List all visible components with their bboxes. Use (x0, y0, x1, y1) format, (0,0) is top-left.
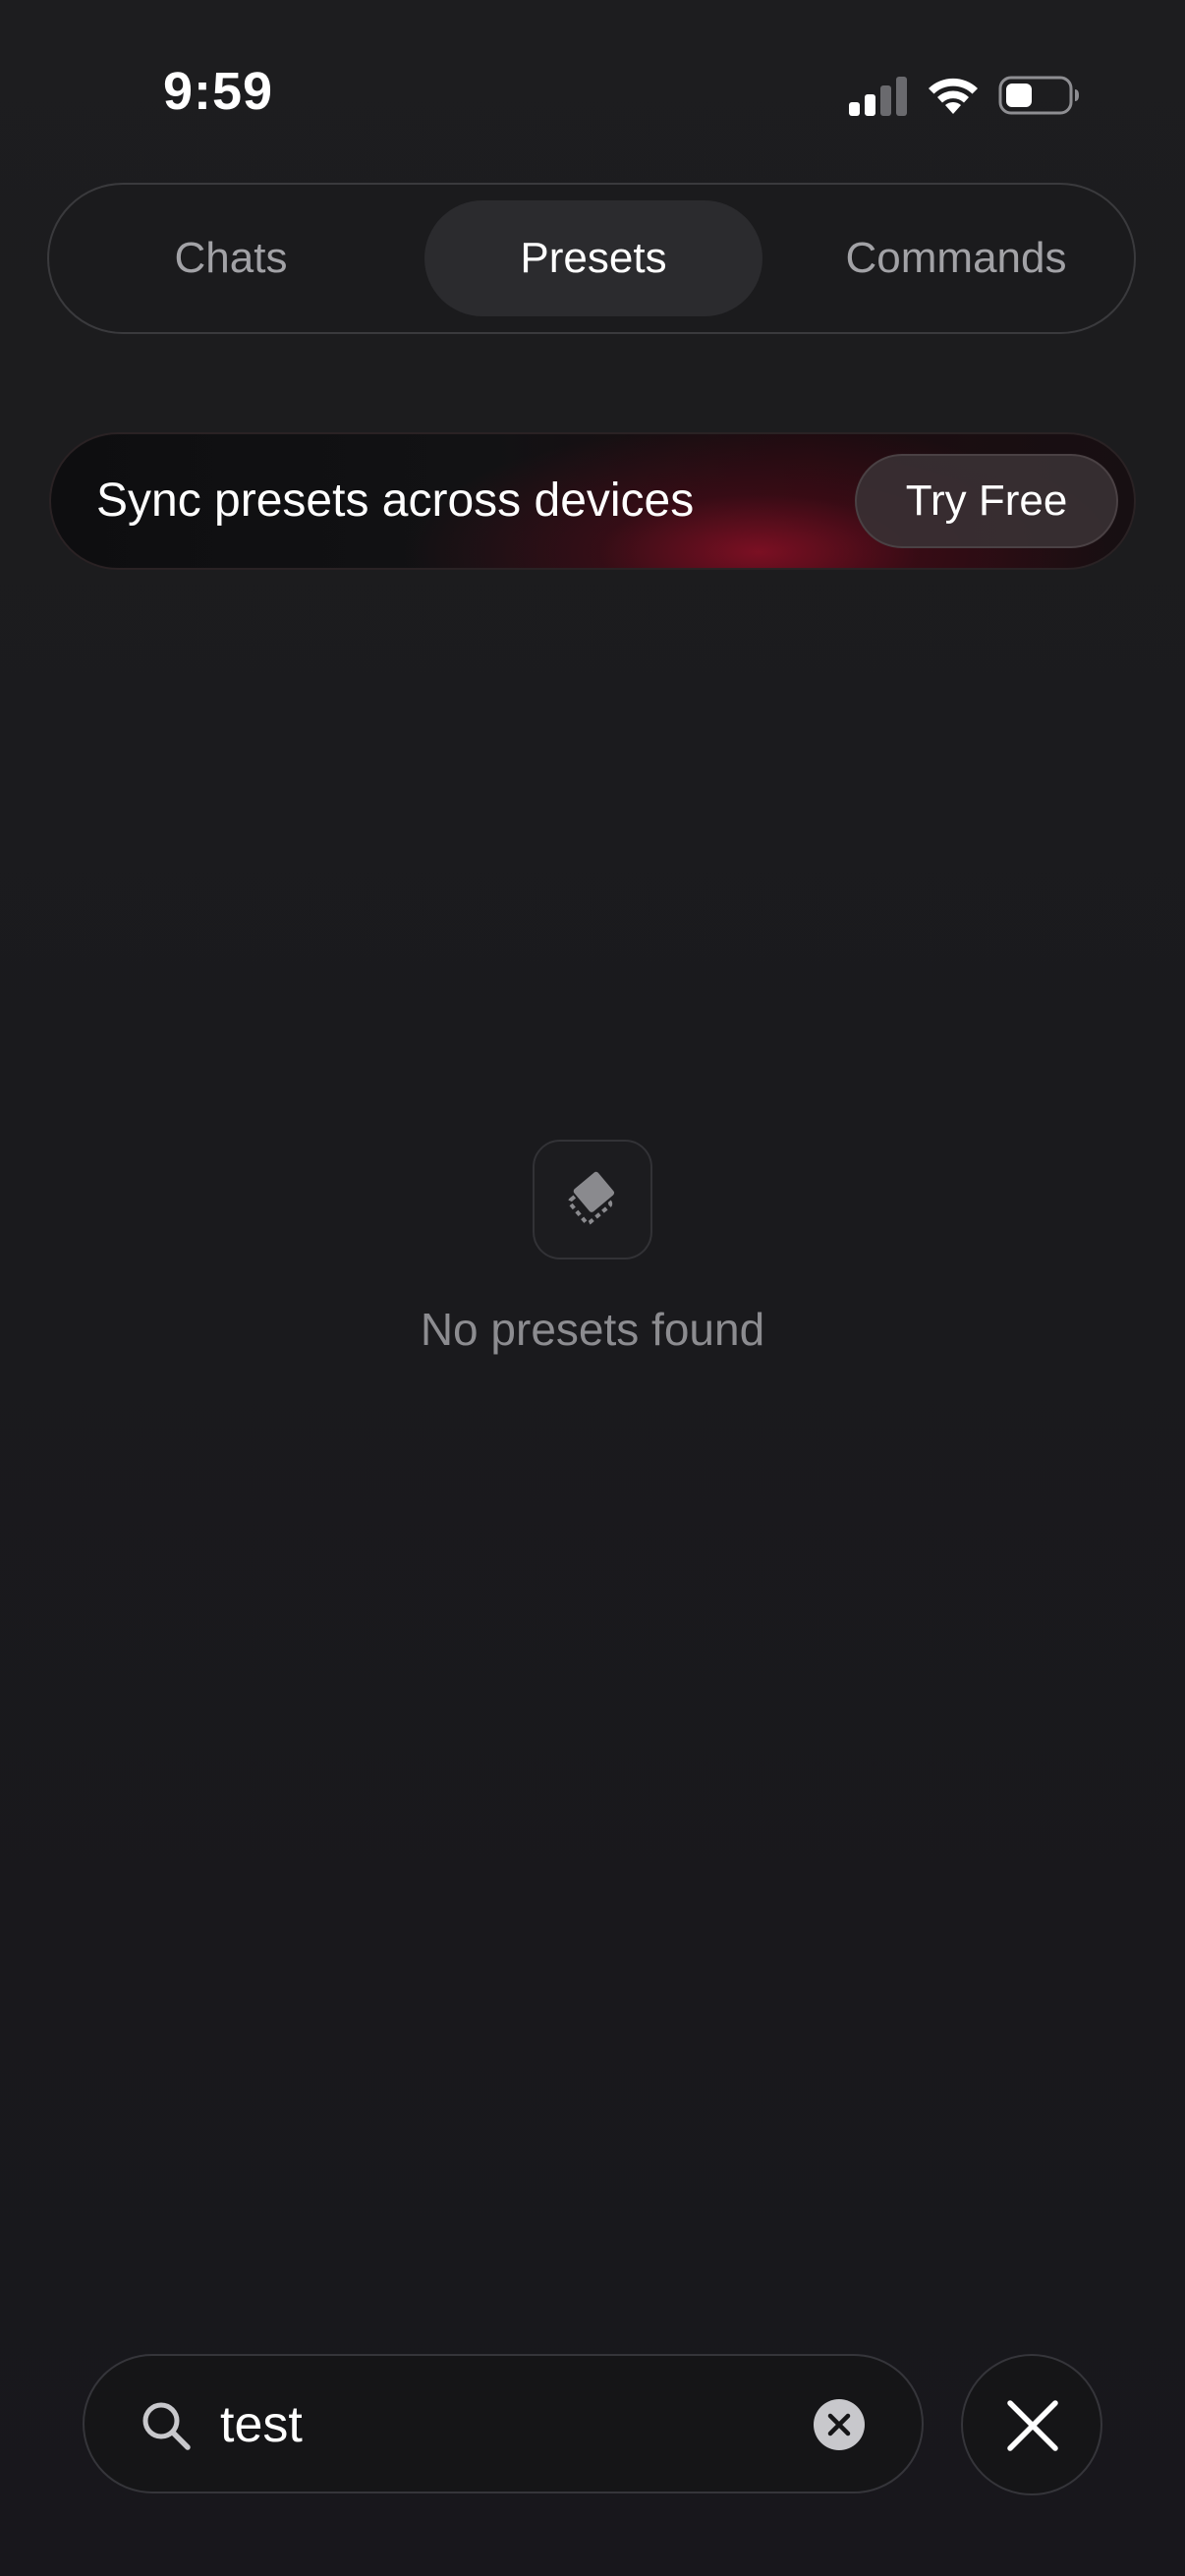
try-free-button[interactable]: Try Free (855, 454, 1118, 548)
search-bar[interactable] (83, 2354, 924, 2493)
clear-search-button[interactable] (814, 2399, 865, 2450)
tab-chats[interactable]: Chats (49, 185, 413, 332)
clear-icon (827, 2413, 851, 2436)
wifi-icon (929, 78, 978, 114)
segmented-tabs: Chats Presets Commands (47, 183, 1136, 334)
search-icon (142, 2402, 191, 2450)
sync-banner-text: Sync presets across devices (96, 475, 695, 527)
status-bar: 9:59 (0, 0, 1185, 187)
search-input[interactable] (220, 2381, 770, 2468)
sync-banner[interactable]: Sync presets across devices Try Free (49, 432, 1136, 570)
close-icon (1007, 2400, 1058, 2451)
battery-icon (998, 76, 1079, 115)
empty-state-icon-container (533, 1140, 652, 1260)
close-search-button[interactable] (961, 2354, 1102, 2495)
empty-state-message: No presets found (420, 1304, 765, 1355)
signal-icon (849, 77, 907, 116)
status-time: 9:59 (163, 62, 274, 121)
presets-icon (567, 1171, 615, 1225)
tab-presets[interactable]: Presets (424, 200, 762, 316)
tab-commands[interactable]: Commands (774, 185, 1138, 332)
